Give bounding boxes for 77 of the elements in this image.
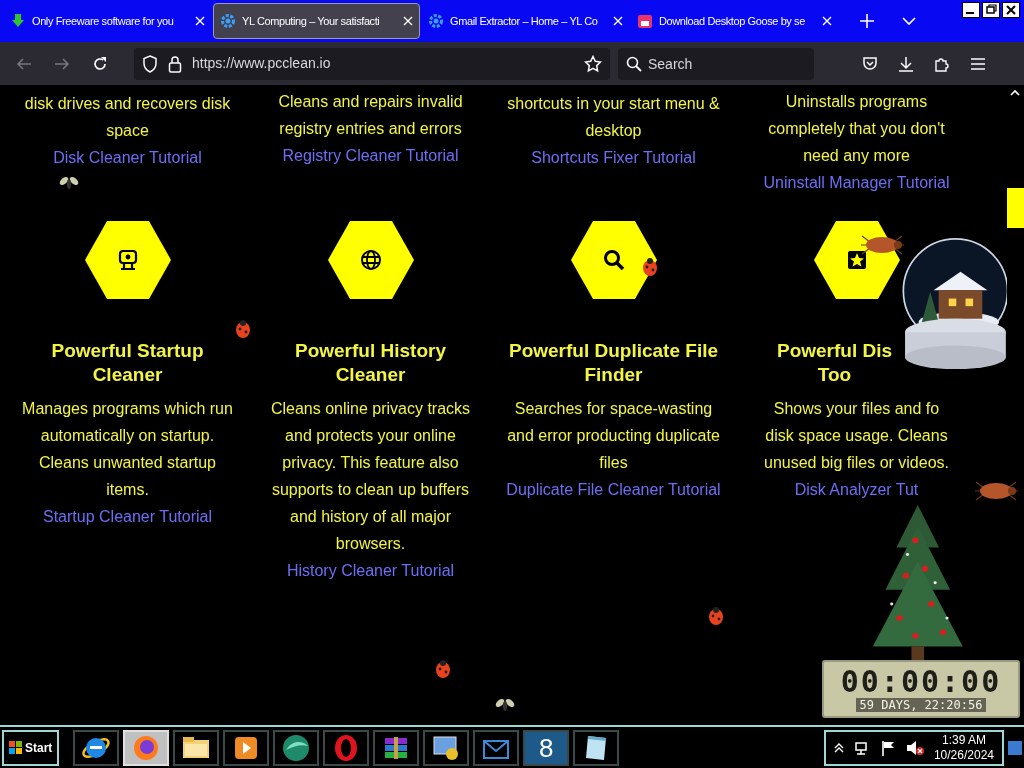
- clock-date: 10/26/2024: [933, 747, 994, 763]
- tutorial-link[interactable]: Shortcuts Fixer Tutorial: [531, 144, 696, 171]
- tutorial-link[interactable]: Disk Cleaner Tutorial: [53, 144, 202, 171]
- url-text: https://www.pcclean.io: [192, 54, 332, 73]
- feature-description: disk drives and recovers disk space: [24, 94, 231, 141]
- search-field[interactable]: Search: [618, 47, 814, 80]
- store-icon: [637, 13, 653, 29]
- chevron-up-icon[interactable]: [833, 742, 844, 753]
- minimize-icon[interactable]: [962, 2, 980, 18]
- taskbar-app-button[interactable]: [173, 729, 220, 766]
- tab-title: Download Desktop Goose by se: [659, 13, 806, 29]
- menu-icon[interactable]: [970, 56, 986, 71]
- tab-title: Only Freeware software for you: [32, 13, 175, 29]
- countdown-time: 00:00:00: [840, 666, 1002, 698]
- reload-icon[interactable]: [92, 55, 108, 72]
- tutorial-link[interactable]: Disk Analyzer Tut: [794, 476, 919, 503]
- ladybug-icon: [234, 320, 252, 338]
- lock-icon: [168, 54, 182, 73]
- feature-description: Cleans and repairs invalid registry entries and errors: [278, 92, 463, 139]
- ladybug-icon: [434, 660, 452, 678]
- browser-tab[interactable]: Download Desktop Goose by se: [631, 3, 838, 39]
- feature-title: Powerful Dis Too: [776, 339, 894, 387]
- forward-icon[interactable]: [54, 55, 70, 72]
- taskbar-app-button[interactable]: [73, 729, 120, 766]
- taskbar-clock[interactable]: 1:39 AM 10/26/2024: [933, 732, 994, 763]
- start-button[interactable]: Start: [2, 729, 60, 766]
- clock-time: 1:39 AM: [941, 732, 986, 748]
- tutorial-link[interactable]: Uninstall Manager Tutorial: [763, 169, 950, 196]
- download-icon: [10, 13, 26, 29]
- search-icon: [626, 55, 642, 72]
- scroll-up-icon[interactable]: [1010, 89, 1020, 96]
- gear-icon: [220, 13, 236, 29]
- network-icon[interactable]: [853, 739, 870, 756]
- feature-description: shortcuts in your start menu & desktop: [507, 94, 720, 141]
- tab-title: YL Computing – Your satisfacti: [242, 13, 381, 29]
- restore-icon[interactable]: [982, 2, 1000, 18]
- tutorial-link[interactable]: Registry Cleaner Tutorial: [282, 142, 459, 169]
- new-tab-icon[interactable]: [860, 14, 874, 28]
- taskbar-app-button[interactable]: [573, 729, 620, 766]
- feature-description: Manages programs which run automatically on startup. Cleans unwanted startup items.: [22, 399, 233, 500]
- feature-description: Searches for space-wasting and error producting duplicate files: [507, 399, 720, 473]
- close-icon[interactable]: [1002, 2, 1020, 18]
- browser-tab[interactable]: Gmail Extractor – Home – YL Co: [422, 3, 629, 39]
- taskbar-app-button[interactable]: [273, 729, 320, 766]
- taskbar-app-button[interactable]: [423, 729, 470, 766]
- pocket-icon[interactable]: [862, 55, 878, 72]
- ladybug-icon: [641, 258, 659, 276]
- browser-tab[interactable]: YL Computing – Your satisfacti: [213, 3, 420, 39]
- download-icon[interactable]: [898, 55, 914, 72]
- puzzle-icon[interactable]: [934, 55, 950, 72]
- tutorial-link[interactable]: Startup Cleaner Tutorial: [43, 503, 212, 530]
- volume-muted-icon[interactable]: [905, 739, 924, 756]
- tab-list-icon[interactable]: [902, 16, 916, 26]
- feature-title: Powerful History Cleaner: [295, 339, 446, 387]
- feature-description: Cleans online privacy tracks and protects your online privacy. This feature also supports to clean up buffers and history of all major browsers.: [270, 399, 471, 554]
- feature-title: Powerful Startup Cleaner: [51, 339, 204, 387]
- shield-icon: [142, 54, 158, 73]
- feature-description: Uninstalls programs completely that you don't need any more: [768, 92, 945, 166]
- back-icon[interactable]: [16, 55, 32, 72]
- address-bar[interactable]: https://www.pcclean.io: [134, 47, 610, 80]
- browser-tab[interactable]: Only Freeware software for you: [4, 3, 211, 39]
- feature-description: Shows your files and fo disk space usage. Cleans unused big files or videos.: [764, 399, 949, 473]
- countdown-remaining: 59 DAYS, 22:20:56: [855, 698, 987, 712]
- tutorial-link[interactable]: Duplicate File Cleaner Tutorial: [506, 476, 721, 503]
- feature-title: Powerful Duplicate File Finder: [508, 339, 718, 387]
- bookmark-star-icon[interactable]: [584, 54, 602, 73]
- gear-icon: [428, 13, 444, 29]
- show-desktop-icon[interactable]: [1008, 740, 1022, 755]
- flag-icon[interactable]: [879, 739, 896, 756]
- taskbar-app-button[interactable]: [373, 729, 420, 766]
- scrollbar-thumb[interactable]: [1007, 188, 1024, 228]
- taskbar-app-button[interactable]: 8: [523, 729, 570, 766]
- tab-title: Gmail Extractor – Home – YL Co: [450, 13, 599, 29]
- tutorial-link[interactable]: History Cleaner Tutorial: [286, 557, 455, 584]
- windows-logo-icon: [9, 740, 23, 755]
- taskbar-app-button[interactable]: [223, 729, 270, 766]
- ladybug-icon: [707, 607, 725, 625]
